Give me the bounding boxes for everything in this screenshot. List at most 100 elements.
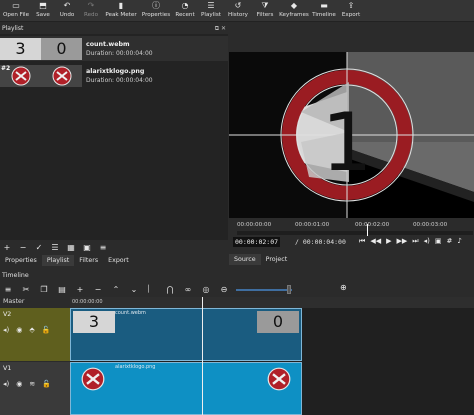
lift-icon[interactable]: ⌃ <box>111 285 121 294</box>
timeline-icon: ▬ <box>320 1 328 10</box>
overwrite-icon[interactable]: ⌄ <box>129 285 139 294</box>
shotcut-window: ▭ Open File ⬒ Save ↶ Undo ↷ Redo ▮ Peak Meter ⓘ Pro… <box>0 0 474 415</box>
timeline-tracks-area[interactable]: 00:00:00:00 3 0 count.webm alarixtklogo.… <box>70 297 474 415</box>
tab-source[interactable]: Source <box>229 254 261 265</box>
tab-properties[interactable]: Properties <box>0 255 42 266</box>
cut-icon[interactable]: ✂ <box>21 285 31 294</box>
timeline-ruler[interactable]: 00:00:00:00 <box>70 297 474 308</box>
grid-icon[interactable]: # <box>446 237 452 246</box>
paste-icon[interactable]: ▤ <box>57 285 67 294</box>
toolbar-button-save[interactable]: ⬒ Save <box>32 0 54 22</box>
toolbar-button-redo[interactable]: ↷ Redo <box>80 0 102 22</box>
list-icon: ☰ <box>207 1 215 10</box>
ripple-icon[interactable]: ∞ <box>183 285 193 294</box>
menu-icon[interactable]: ≡ <box>3 285 13 294</box>
track-header-v1[interactable]: V1 ◂) ◉ ≋ 🔓 <box>0 362 70 415</box>
snap-icon[interactable]: ⋂ <box>165 285 175 294</box>
track-header-v2[interactable]: V2 ◂) ◉ ⬘ 🔓 <box>0 308 70 361</box>
split-icon[interactable]: ⎸ <box>147 284 157 294</box>
export-icon: ⇪ <box>347 1 355 10</box>
toolbar-button-peak-meter[interactable]: ▮ Peak Meter <box>102 0 140 22</box>
toolbar-button-filters[interactable]: ⧩ Filters <box>252 0 278 22</box>
update-icon[interactable]: ✓ <box>34 242 44 252</box>
fast-forward-icon[interactable]: ▶▶ <box>396 237 407 246</box>
zoom-slider-handle[interactable] <box>287 285 291 294</box>
remove-icon[interactable]: − <box>18 242 28 252</box>
lock-icon[interactable]: 🔓 <box>42 326 51 334</box>
keyframes-icon: ◆ <box>290 1 298 10</box>
zoom-slider[interactable] <box>236 289 292 291</box>
scrubber-track[interactable] <box>237 231 473 235</box>
toolbar-label: Properties <box>141 12 171 18</box>
track-name: V1 <box>3 365 12 372</box>
playlist-item-logo[interactable]: #2 alarixtklogo.png Duration: 00:00:04:0… <box>0 63 228 88</box>
tab-playlist[interactable]: Playlist <box>41 255 75 266</box>
tab-filters[interactable]: Filters <box>74 255 103 266</box>
composite-icon[interactable]: ⬘ <box>29 326 34 334</box>
toolbar-label: History <box>228 12 248 18</box>
hide-icon[interactable]: ◉ <box>16 380 22 388</box>
toolbar-button-playlist[interactable]: ☰ Playlist <box>198 0 224 22</box>
details-view-icon[interactable]: ☰ <box>50 242 60 252</box>
video-preview[interactable]: 1 <box>229 52 474 218</box>
player-scrubber[interactable]: 00:00:00:00 00:00:01:00 00:00:02:00 00:0… <box>237 222 473 236</box>
mute-icon[interactable]: ◂) <box>3 326 9 334</box>
toolbar-button-undo[interactable]: ↶ Undo <box>54 0 80 22</box>
timeline-clip-logo[interactable]: alarixtklogo.png <box>70 362 302 415</box>
icons-view-icon[interactable]: ▣ <box>82 242 92 252</box>
timeline-panel-title: Timeline <box>2 272 29 279</box>
playlist-title-label: Playlist <box>2 25 24 32</box>
add-icon[interactable]: + <box>2 242 12 252</box>
composite-icon[interactable]: ≋ <box>29 380 35 388</box>
hide-icon[interactable]: ◉ <box>16 326 22 334</box>
timecode-current[interactable]: 00:00:02:07 <box>233 237 281 247</box>
toolbar-button-open-file[interactable]: ▭ Open File <box>0 0 32 22</box>
timeline-playhead[interactable] <box>202 297 203 415</box>
thumb-frame-out: 0 <box>41 38 82 60</box>
tab-export[interactable]: Export <box>103 255 134 266</box>
playlist-item-name: alarixtklogo.png <box>86 68 145 75</box>
ruler-tick-label: 00:00:00:00 <box>72 299 103 305</box>
toolbar-label: Redo <box>83 12 99 18</box>
timeline-clip-count[interactable]: 3 0 count.webm <box>70 308 302 361</box>
mute-icon[interactable]: ◂) <box>3 380 9 388</box>
volume-icon[interactable]: ◂) <box>424 237 430 246</box>
main-toolbar: ▭ Open File ⬒ Save ↶ Undo ↷ Redo ▮ Peak Meter ⓘ Pro… <box>0 0 474 22</box>
playlist-item-count[interactable]: 3 0 count.webm Duration: 00:00:04:00 <box>0 36 228 61</box>
ruler-tick-label: 00:00:00:00 <box>237 222 272 228</box>
tiles-view-icon[interactable]: ▦ <box>66 242 76 252</box>
zoom-in-icon[interactable]: ⊕ <box>340 283 347 292</box>
tab-project[interactable]: Project <box>261 254 293 265</box>
playlist-list[interactable]: 3 0 count.webm Duration: 00:00:04:00 #2 … <box>0 34 228 240</box>
player-tab-bar: Source Project <box>229 254 292 265</box>
toolbar-button-history[interactable]: ↺ History <box>224 0 252 22</box>
logo-icon <box>81 367 105 395</box>
toolbar-label: Undo <box>59 12 75 18</box>
copy-icon[interactable]: ❐ <box>39 285 49 294</box>
scrub-icon[interactable]: ◎ <box>201 285 211 294</box>
player-panel: 1 00:00:00:00 00:00:01:00 00:00:02:00 00… <box>229 32 474 266</box>
toolbar-button-keyframes[interactable]: ◆ Keyframes <box>278 0 310 22</box>
playlist-panel-title: Playlist ⧉ ✕ <box>0 24 228 33</box>
folder-icon: ▭ <box>12 1 20 10</box>
volume-control-icon[interactable]: ♪ <box>457 237 461 246</box>
toolbar-button-properties[interactable]: ⓘ Properties <box>140 0 172 22</box>
menu-icon[interactable]: ≡ <box>98 242 108 252</box>
zoom-icon[interactable]: ▣ <box>435 237 442 246</box>
info-icon: ⓘ <box>152 1 160 10</box>
panel-float-close-icons[interactable]: ⧉ ✕ <box>215 24 226 33</box>
toolbar-button-recent[interactable]: ◔ Recent <box>172 0 198 22</box>
toolbar-button-timeline[interactable]: ▬ Timeline <box>310 0 338 22</box>
append-icon[interactable]: + <box>75 285 85 294</box>
remove-icon[interactable]: − <box>93 285 103 294</box>
play-icon[interactable]: ▶ <box>386 237 391 246</box>
master-label: Master <box>3 298 25 305</box>
skip-start-icon[interactable]: ⏮ <box>359 237 365 246</box>
zoom-out-icon[interactable]: ⊖ <box>219 285 229 294</box>
toolbar-button-export[interactable]: ⇪ Export <box>338 0 364 22</box>
scrubber-playhead[interactable] <box>367 224 368 236</box>
rewind-icon[interactable]: ◀◀ <box>370 237 381 246</box>
track-name: V2 <box>3 311 12 318</box>
skip-end-icon[interactable]: ⏭ <box>412 237 418 246</box>
lock-icon[interactable]: 🔓 <box>42 380 51 388</box>
